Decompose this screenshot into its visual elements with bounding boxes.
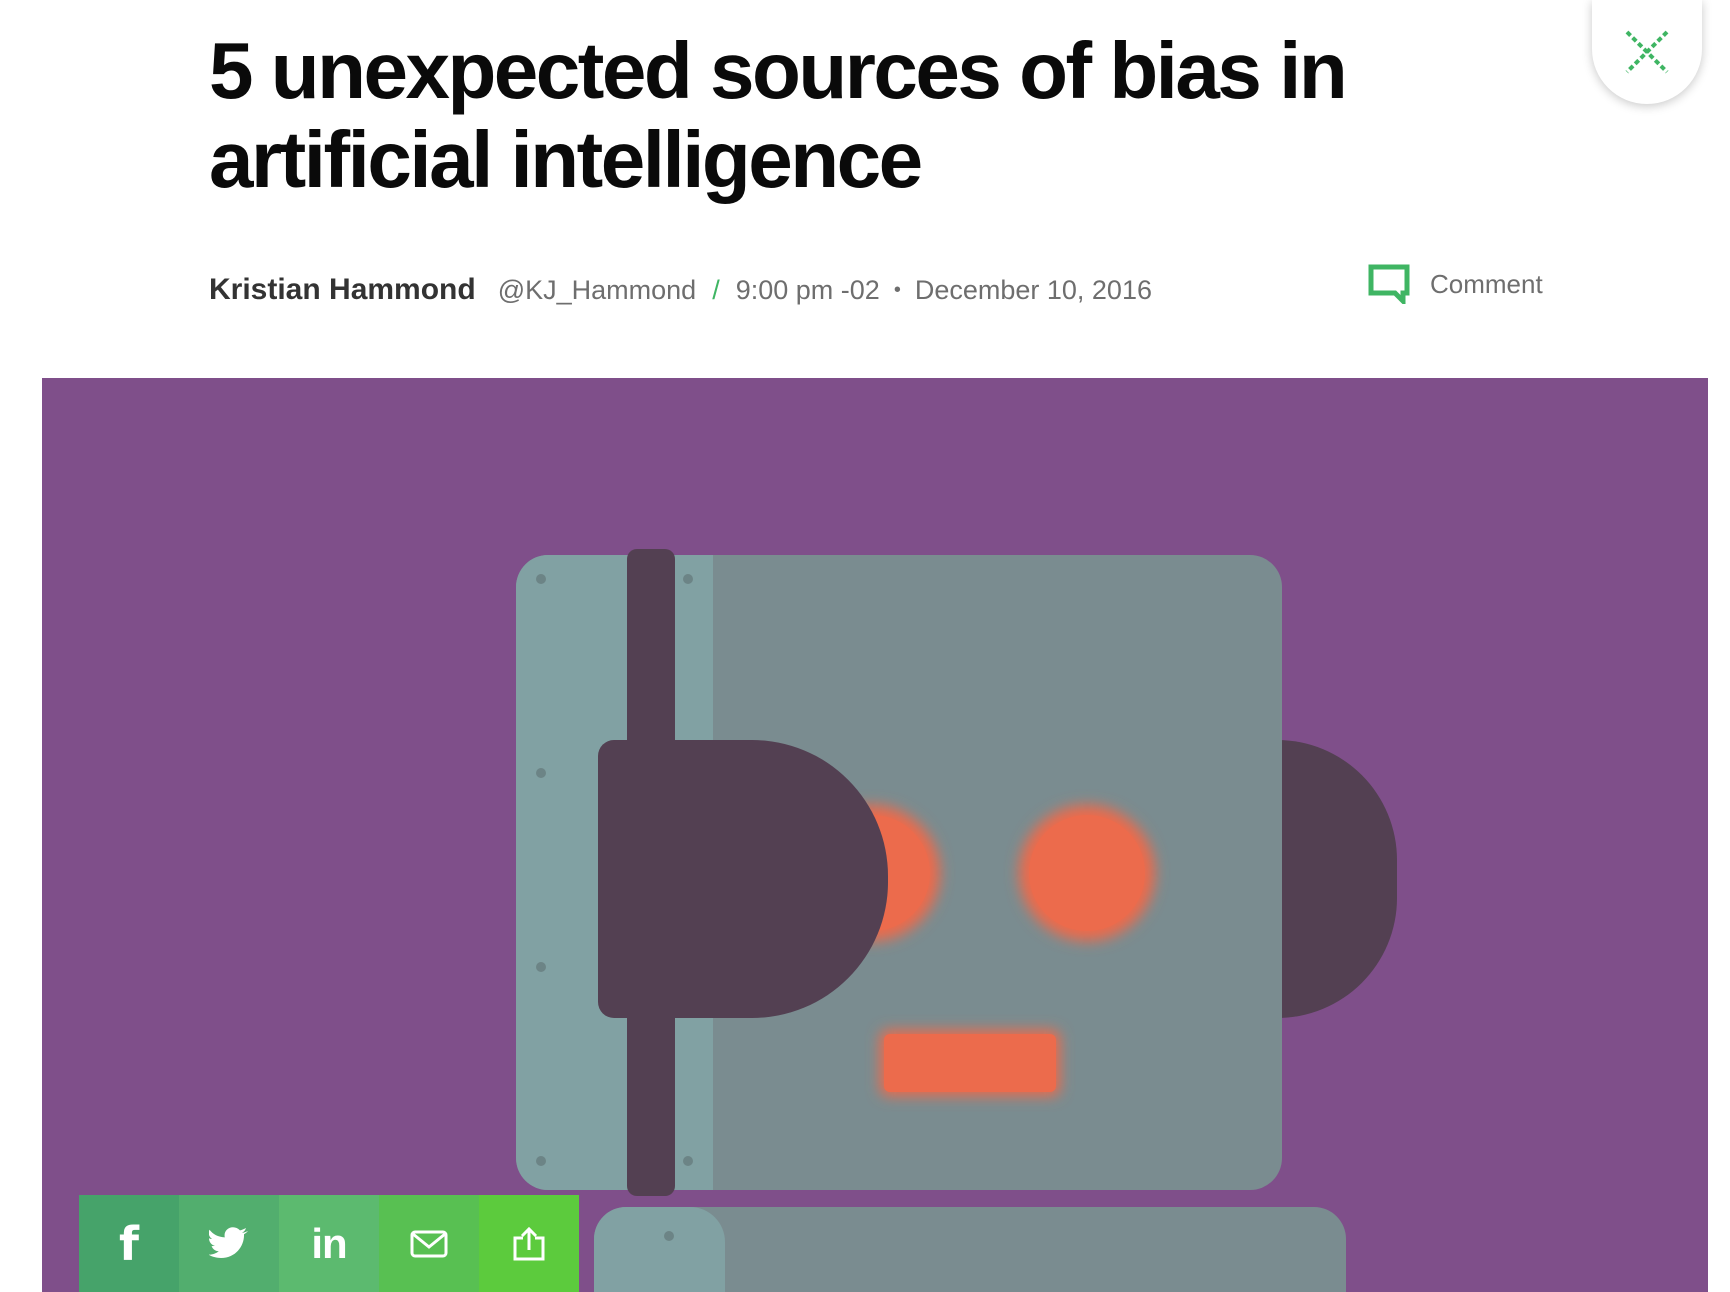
share-bar: f in	[79, 1195, 579, 1292]
twitter-share-button[interactable]	[179, 1195, 279, 1292]
hero-image	[42, 378, 1708, 1292]
byline-bullet: •	[893, 278, 901, 301]
email-share-button[interactable]	[379, 1195, 479, 1292]
author-name[interactable]: Kristian Hammond	[209, 273, 476, 307]
envelope-icon	[410, 1230, 448, 1257]
author-handle[interactable]: @KJ_Hammond	[498, 275, 696, 306]
comment-label: Comment	[1430, 268, 1543, 299]
facebook-icon: f	[118, 1216, 139, 1271]
linkedin-icon: in	[311, 1219, 347, 1267]
share-up-icon	[513, 1226, 545, 1260]
share-button[interactable]	[479, 1195, 579, 1292]
article-title: 5 unexpected sources of bias in artifici…	[209, 26, 1348, 204]
twitter-icon	[209, 1226, 248, 1258]
comment-icon	[1368, 264, 1410, 304]
robot-illustration	[42, 378, 1708, 1292]
close-icon	[1625, 30, 1669, 74]
byline-separator: /	[712, 274, 720, 305]
close-button[interactable]	[1592, 0, 1702, 104]
linkedin-share-button[interactable]: in	[279, 1195, 379, 1292]
facebook-share-button[interactable]: f	[79, 1195, 179, 1292]
robot-left-ear	[598, 740, 888, 1018]
byline: Kristian Hammond @KJ_Hammond / 9:00 pm -…	[209, 268, 1152, 312]
publish-time: 9:00 pm -02	[735, 274, 880, 305]
publish-date: December 10, 2016	[914, 274, 1152, 305]
comment-button[interactable]: Comment	[1368, 262, 1543, 306]
